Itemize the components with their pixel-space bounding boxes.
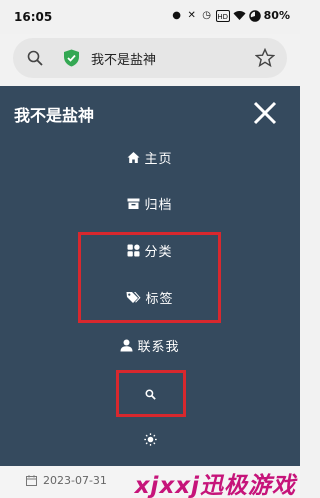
post-date-text: 2023-07-31 bbox=[43, 474, 107, 487]
hd-icon: HD bbox=[215, 9, 230, 22]
menu-label-archive: 归档 bbox=[144, 197, 173, 213]
battery-level: 80% bbox=[263, 9, 290, 22]
close-icon[interactable] bbox=[252, 100, 278, 126]
page-bottom: 2023-07-31 xjxxj迅极游戏 bbox=[0, 466, 300, 498]
menu-item-home[interactable]: 主页 bbox=[0, 146, 300, 168]
menu-item-archive[interactable]: 归档 bbox=[0, 192, 300, 214]
url-text[interactable]: 我不是盐神 bbox=[91, 49, 156, 68]
post-date: 2023-07-31 bbox=[26, 474, 107, 487]
calendar-icon bbox=[26, 475, 37, 486]
theme-sun-icon bbox=[143, 432, 157, 446]
archive-icon bbox=[127, 198, 140, 209]
status-bar: 16:05 ● ✕ ◷ HD 80% bbox=[0, 0, 300, 34]
highlight-categories-tags bbox=[78, 232, 221, 323]
site-title[interactable]: 我不是盐神 bbox=[14, 102, 94, 126]
secure-shield-icon[interactable] bbox=[63, 49, 80, 67]
menu-label-contact: 联系我 bbox=[137, 339, 180, 355]
menu-label-home: 主页 bbox=[144, 151, 173, 167]
search-icon[interactable] bbox=[27, 50, 43, 66]
battery-icon bbox=[248, 9, 261, 22]
notification-icon: ● bbox=[172, 9, 182, 21]
menu-item-theme-toggle[interactable] bbox=[0, 428, 300, 450]
home-icon bbox=[127, 151, 140, 163]
wifi-icon bbox=[233, 11, 246, 20]
bookmark-star-icon[interactable] bbox=[255, 48, 275, 68]
status-time: 16:05 bbox=[14, 10, 53, 24]
highlight-search bbox=[116, 370, 186, 417]
status-icons: ● ✕ ◷ HD 80% bbox=[171, 9, 290, 22]
user-icon bbox=[120, 339, 133, 351]
mute-icon: ✕ bbox=[187, 9, 196, 21]
alarm-icon: ◷ bbox=[202, 9, 212, 21]
nav-drawer: 我不是盐神 主页 归档 分类 标签 联系我 bbox=[0, 86, 300, 466]
menu-item-contact[interactable]: 联系我 bbox=[0, 334, 300, 356]
watermark-logo: xjxxj迅极游戏 bbox=[134, 473, 296, 498]
address-bar[interactable]: 我不是盐神 bbox=[13, 38, 287, 78]
